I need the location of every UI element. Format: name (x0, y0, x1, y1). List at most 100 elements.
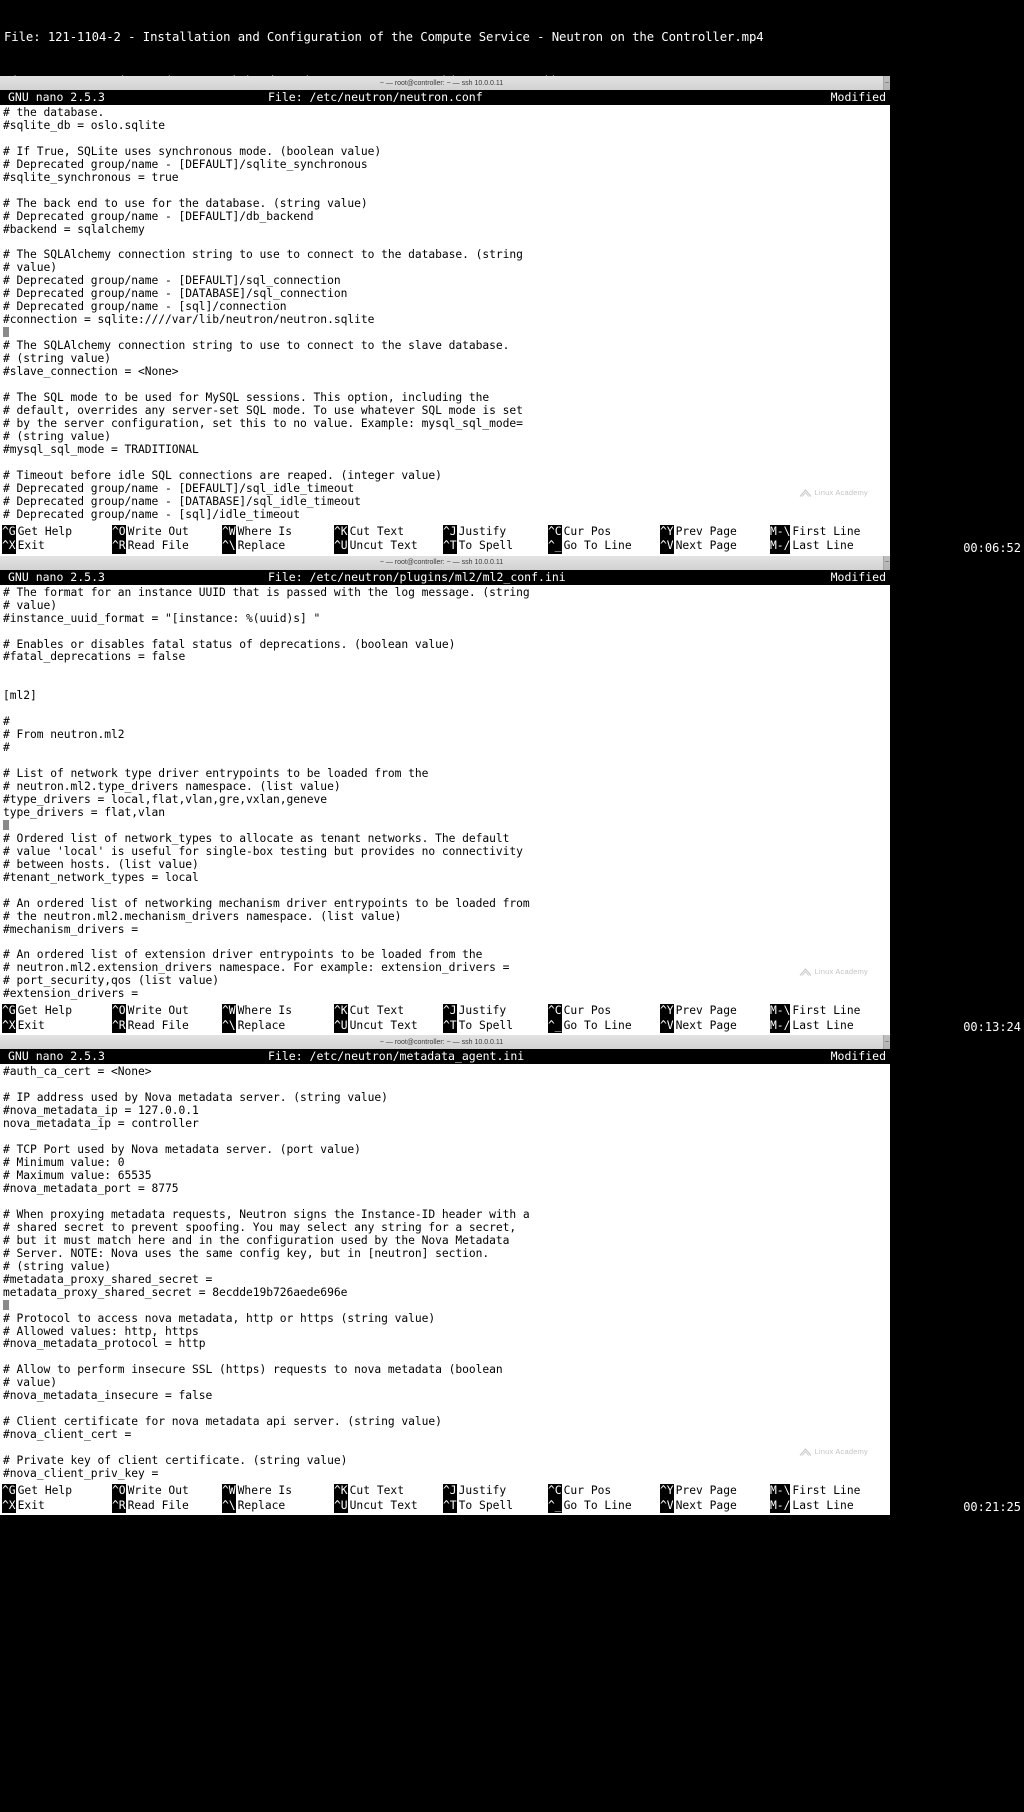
nano-shortcut-key: ^W (222, 524, 236, 540)
nano-shortcut-key: M-\ (770, 1004, 791, 1019)
nano-shortcut-get-help[interactable]: ^G Get Help (2, 1484, 112, 1499)
terminal-tab-bar: ~ — root@controller: ~ — ssh 10.0.0.11 ~ … (0, 555, 890, 570)
nano-shortcut-replace[interactable]: ^\ Replace (222, 1498, 334, 1514)
nano-shortcut-key: ^G (2, 1004, 16, 1019)
nano-text-line: #connection = sqlite:////var/lib/neutron… (3, 313, 375, 327)
nano-shortcut-first-line[interactable]: M-\ First Line (770, 1484, 880, 1499)
nano-shortcut-write-out[interactable]: ^O Write Out (112, 1004, 222, 1019)
nano-shortcut-where-is[interactable]: ^W Where Is (222, 1004, 334, 1019)
nano-shortcut-label: First Line (792, 1004, 861, 1018)
nano-shortcut-justify[interactable]: ^J Justify (443, 524, 548, 540)
terminal-tab-bar: ~ — root@controller: ~ — ssh 10.0.0.11 ~ … (0, 1035, 890, 1050)
nano-shortcut-key: ^C (548, 524, 562, 540)
nano-shortcut-go-to-line[interactable]: ^_ Go To Line (548, 539, 660, 554)
nano-shortcut-label: Go To Line (563, 539, 632, 553)
nano-shortcut-next-page[interactable]: ^V Next Page (660, 1018, 770, 1034)
nano-shortcut-uncut-text[interactable]: ^U Uncut Text (334, 1018, 443, 1034)
nano-text-area[interactable]: # The format for an instance UUID that i… (0, 584, 890, 1004)
nano-shortcut-justify[interactable]: ^J Justify (443, 1004, 548, 1019)
nano-shortcut-where-is[interactable]: ^W Where Is (222, 524, 334, 540)
nano-filename-label: File: /etc/neutron/metadata_agent.ini (268, 1049, 525, 1064)
nano-shortcut-row-1: ^G Get Help ^O Write Out ^W Where Is ^K Cut Tex… (2, 1484, 890, 1499)
nano-shortcut-to-spell[interactable]: ^T To Spell (443, 539, 548, 554)
nano-shortcut-exit[interactable]: ^X Exit (2, 1018, 112, 1034)
nano-shortcut-get-help[interactable]: ^G Get Help (2, 524, 112, 540)
nano-text-line (3, 885, 890, 898)
nano-shortcut-prev-page[interactable]: ^Y Prev Page (660, 524, 770, 540)
nano-shortcut-key: ^_ (548, 539, 562, 554)
nano-shortcut-write-out[interactable]: ^O Write Out (112, 524, 222, 540)
nano-shortcut-row-1: ^G Get Help ^O Write Out ^W Where Is ^K Cut Tex… (2, 1004, 890, 1019)
nano-shortcut-last-line[interactable]: M-/Last Line (770, 1018, 880, 1034)
nano-shortcut-next-page[interactable]: ^V Next Page (660, 1498, 770, 1514)
nano-shortcut-read-file[interactable]: ^R Read File (112, 1018, 222, 1034)
nano-shortcut-key: ^Y (660, 524, 674, 540)
nano-shortcut-label: Where Is (237, 1484, 293, 1498)
nano-shortcut-exit[interactable]: ^X Exit (2, 539, 112, 554)
nano-shortcut-key: ^T (443, 539, 457, 554)
tab-root-controller[interactable]: ~ — root@controller: ~ — ssh 10.0.0.11 (0, 1035, 884, 1050)
tab-root-compute[interactable]: ~ — root@compute: ~ — ssh 10.0.0.31 (884, 1035, 890, 1050)
nano-shortcut-key: ^\ (222, 1018, 236, 1034)
nano-shortcut-where-is[interactable]: ^W Where Is (222, 1484, 334, 1499)
nano-shortcut-label: Write Out (127, 524, 189, 538)
nano-shortcut-go-to-line[interactable]: ^_ Go To Line (548, 1018, 660, 1034)
nano-shortcut-cut-text[interactable]: ^K Cut Text (334, 1004, 443, 1019)
nano-shortcut-uncut-text[interactable]: ^U Uncut Text (334, 539, 443, 554)
nano-shortcut-prev-page[interactable]: ^Y Prev Page (660, 1484, 770, 1499)
nano-text-area[interactable]: # the database. #sqlite_db = oslo.sqlite … (0, 105, 890, 524)
nano-shortcut-cut-text[interactable]: ^K Cut Text (334, 524, 443, 540)
nano-shortcut-bar: ^G Get Help ^O Write Out ^W Where Is ^K Cut Tex… (0, 1483, 890, 1516)
nano-shortcut-cur-pos[interactable]: ^C Cur Pos (548, 1484, 660, 1499)
terminal-panels: ~ — root@controller: ~ — ssh 10.0.0.11 ~ … (0, 76, 1024, 1516)
nano-shortcut-row-2: ^X Exit ^R Read File ^\ Replace ^U Uncut Text ^T… (2, 539, 890, 554)
nano-text-line: # Server. NOTE: Nova uses the same confi… (3, 1246, 490, 1260)
nano-shortcut-replace[interactable]: ^\ Replace (222, 1018, 334, 1034)
nano-shortcut-label: To Spell (458, 1498, 514, 1512)
nano-shortcut-last-line[interactable]: M-/Last Line (770, 1498, 880, 1514)
nano-shortcut-replace[interactable]: ^\ Replace (222, 539, 334, 554)
nano-shortcut-read-file[interactable]: ^R Read File (112, 1498, 222, 1514)
nano-shortcut-read-file[interactable]: ^R Read File (112, 539, 222, 554)
nano-shortcut-label: Replace (237, 1498, 286, 1512)
tab-root-compute[interactable]: ~ — root@compute: ~ — ssh 10.0.0.31 (884, 76, 890, 90)
nano-shortcut-cur-pos[interactable]: ^C Cur Pos (548, 524, 660, 540)
nano-text-line: # The back end to use for the database. … (3, 196, 368, 210)
nano-shortcut-label: Cur Pos (563, 1004, 612, 1018)
nano-shortcut-key: ^V (660, 539, 674, 554)
nano-shortcut-to-spell[interactable]: ^T To Spell (443, 1018, 548, 1034)
tab-root-controller[interactable]: ~ — root@controller: ~ — ssh 10.0.0.11 (0, 76, 884, 90)
nano-shortcut-label: Get Help (17, 524, 73, 538)
nano-text-line: #tenant_network_types = local (3, 870, 199, 884)
nano-shortcut-label: Write Out (127, 1004, 189, 1018)
nano-editor-3: ~ — root@controller: ~ — ssh 10.0.0.11 ~ … (0, 1035, 890, 1516)
nano-shortcut-first-line[interactable]: M-\ First Line (770, 1004, 880, 1019)
nano-shortcut-next-page[interactable]: ^V Next Page (660, 539, 770, 554)
nano-shortcut-prev-page[interactable]: ^Y Prev Page (660, 1004, 770, 1019)
nano-shortcut-last-line[interactable]: M-/Last Line (770, 539, 880, 554)
nano-shortcut-cut-text[interactable]: ^K Cut Text (334, 1484, 443, 1499)
nano-shortcut-get-help[interactable]: ^G Get Help (2, 1004, 112, 1019)
nano-shortcut-to-spell[interactable]: ^T To Spell (443, 1498, 548, 1514)
tab-root-controller[interactable]: ~ — root@controller: ~ — ssh 10.0.0.11 (0, 555, 884, 570)
nano-text-line: #extension_drivers = (3, 987, 139, 1001)
nano-shortcut-key: ^R (112, 1498, 126, 1514)
nano-shortcut-label: Exit (17, 539, 45, 553)
nano-text-area[interactable]: #auth_ca_cert = <None> # IP address used… (0, 1064, 890, 1484)
nano-shortcut-exit[interactable]: ^X Exit (2, 1498, 112, 1514)
nano-shortcut-uncut-text[interactable]: ^U Uncut Text (334, 1498, 443, 1514)
nano-shortcut-go-to-line[interactable]: ^_ Go To Line (548, 1498, 660, 1514)
nano-shortcut-key: ^K (334, 524, 348, 540)
nano-shortcut-row-2: ^X Exit ^R Read File ^\ Replace ^U Uncut Text ^T… (2, 1018, 890, 1034)
nano-text-line: # Timeout before idle SQL connections ar… (3, 468, 442, 482)
nano-shortcut-first-line[interactable]: M-\ First Line (770, 524, 880, 540)
nano-text-line: #metadata_proxy_shared_secret = (3, 1272, 213, 1286)
nano-shortcut-key: ^C (548, 1484, 562, 1499)
nano-text-line: # The SQLAlchemy connection string to us… (3, 248, 523, 262)
nano-shortcut-write-out[interactable]: ^O Write Out (112, 1484, 222, 1499)
tab-root-compute[interactable]: ~ — root@compute: ~ — ssh 10.0.0.31 (884, 555, 890, 570)
nano-shortcut-cur-pos[interactable]: ^C Cur Pos (548, 1004, 660, 1019)
nano-shortcut-justify[interactable]: ^J Justify (443, 1484, 548, 1499)
nano-filename-label: File: /etc/neutron/neutron.conf (268, 90, 483, 104)
nano-shortcut-row-2: ^X Exit ^R Read File ^\ Replace ^U Uncut Text ^T… (2, 1498, 890, 1514)
